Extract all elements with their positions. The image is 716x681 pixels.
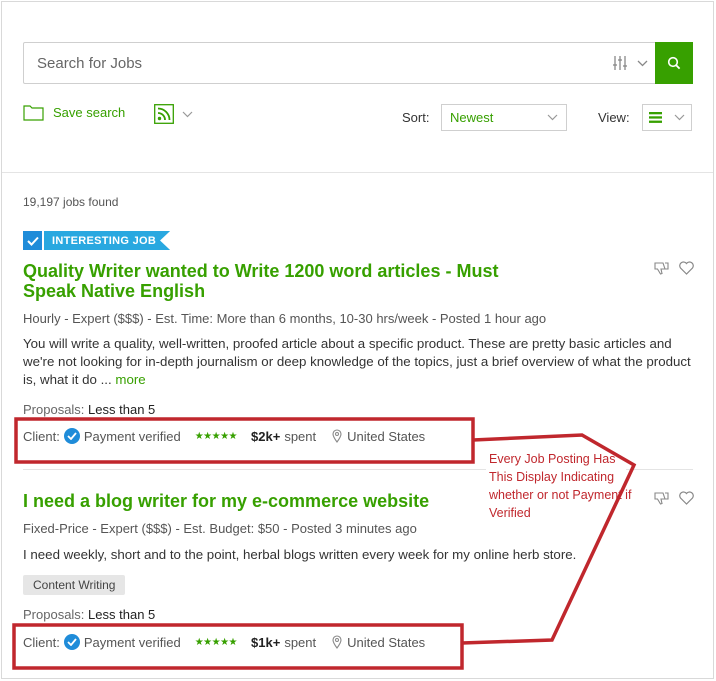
spent-amount: $2k+: [251, 428, 281, 444]
skill-tag[interactable]: Content Writing: [23, 575, 126, 595]
sliders-icon: [612, 56, 627, 70]
client-location: United States: [347, 634, 426, 650]
search-bar: [23, 42, 693, 84]
job-title[interactable]: I need a blog writer for my e-commerce w…: [23, 491, 493, 511]
results-count: 19,197 jobs found: [23, 195, 119, 209]
job-meta: Fixed-Price - Expert ($$$) - Est. Budget…: [23, 521, 417, 536]
proposals-label: Proposals:: [23, 402, 85, 417]
chevron-down-icon: [637, 60, 647, 66]
client-info: Client: Payment verified ★★★★★ $1k+ spen…: [23, 634, 425, 650]
chevron-down-icon: [674, 114, 685, 121]
checkmark-icon: [23, 231, 42, 250]
sort-label: Sort:: [402, 110, 430, 125]
payment-status: Payment verified: [83, 428, 181, 444]
job-description: You will write a quality, well-written, …: [23, 335, 693, 389]
save-search-button[interactable]: Save search: [23, 104, 125, 121]
client-label: Client:: [23, 428, 60, 444]
job-description-text: I need weekly, short and to the point, h…: [23, 547, 577, 562]
job-meta-details: - Expert ($$$) - Est. Budget: $50 - Post…: [88, 521, 417, 536]
rss-icon: [154, 104, 174, 124]
job-meta: Hourly - Expert ($$$) - Est. Time: More …: [23, 311, 546, 326]
view-label: View:: [598, 110, 630, 125]
client-location: United States: [347, 428, 426, 444]
heart-icon[interactable]: [679, 261, 694, 275]
rating-stars: ★★★★★: [194, 430, 238, 442]
client-info: Client: Payment verified ★★★★★ $2k+ spen…: [23, 428, 425, 444]
chevron-down-icon: [547, 114, 558, 121]
spent-amount: $1k+: [251, 634, 281, 650]
thumbs-down-icon[interactable]: [654, 491, 669, 505]
proposals: Proposals: Less than 5: [23, 607, 155, 622]
verified-check-icon: [63, 634, 80, 650]
chevron-down-icon: [182, 111, 193, 117]
job-meta-details: - Expert ($$$) - Est. Time: More than 6 …: [60, 311, 547, 326]
spent-label: spent: [284, 428, 317, 444]
location-pin-icon: [332, 429, 342, 443]
location-pin-icon: [332, 635, 342, 649]
job-actions: [654, 491, 694, 505]
search-toolbar: Save search Sort: Newest View:: [23, 104, 693, 131]
rss-feed-button[interactable]: [154, 104, 193, 124]
annotation-note: Every Job Posting Has This Display Indic…: [489, 452, 632, 520]
sort-select[interactable]: Newest: [441, 104, 567, 131]
proposals: Proposals: Less than 5: [23, 402, 155, 417]
job-title[interactable]: Quality Writer wanted to Write 1200 word…: [23, 261, 543, 301]
sort-value: Newest: [450, 110, 494, 125]
proposals-label: Proposals:: [23, 607, 85, 622]
proposals-value: Less than 5: [88, 402, 156, 417]
payment-status: Payment verified: [83, 634, 181, 650]
magnifier-icon: [667, 56, 681, 70]
proposals-value: Less than 5: [88, 607, 156, 622]
filter-dropdown-button[interactable]: [605, 43, 655, 83]
search-button[interactable]: [655, 42, 693, 84]
job-description: I need weekly, short and to the point, h…: [23, 546, 693, 564]
rating-stars: ★★★★★: [194, 636, 238, 648]
interesting-job-badge: INTERESTING JOB: [23, 231, 171, 250]
job-type: Fixed-Price: [23, 521, 89, 536]
save-search-label: Save search: [53, 105, 126, 120]
heart-icon[interactable]: [679, 491, 694, 505]
search-input[interactable]: [24, 43, 605, 83]
more-link[interactable]: more: [115, 372, 145, 387]
spent-label: spent: [284, 634, 317, 650]
job-actions: [654, 261, 694, 275]
job-type: Hourly: [23, 311, 61, 326]
thumbs-down-icon[interactable]: [654, 261, 669, 275]
client-label: Client:: [23, 634, 60, 650]
badge-label: INTERESTING JOB: [44, 231, 171, 250]
folder-icon: [23, 105, 44, 121]
header-divider: [2, 172, 713, 173]
verified-check-icon: [63, 428, 80, 444]
list-icon: [649, 112, 662, 123]
view-select[interactable]: [642, 104, 692, 131]
